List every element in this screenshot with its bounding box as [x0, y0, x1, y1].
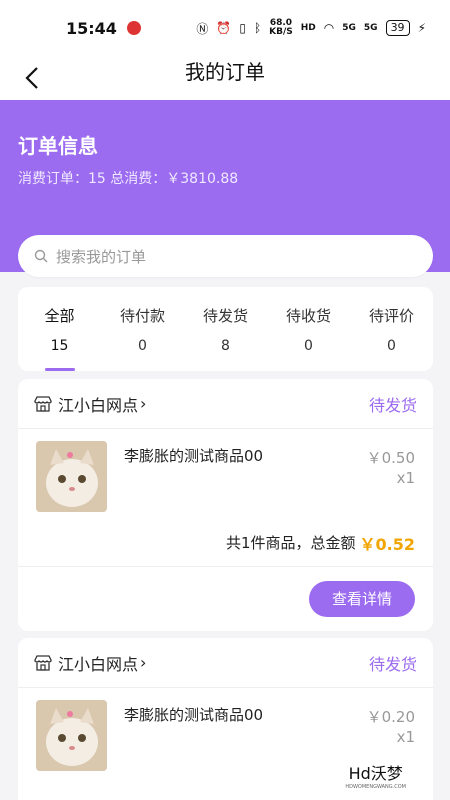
order-total-amount: ￥0.52 [359, 534, 415, 554]
order-total-label: 共1件商品，总金额 [225, 534, 356, 552]
tab-count: 8 [221, 338, 230, 354]
alarm-icon: ⏰ [216, 21, 232, 35]
search-icon [34, 249, 48, 263]
tab-all[interactable]: 全部 15 [18, 287, 101, 371]
app-notification-icon [126, 21, 141, 35]
shop-name-link[interactable]: 江小白网点 [58, 392, 138, 416]
wifi-icon: ◠ [323, 21, 335, 35]
battery-icon: 39 [385, 20, 410, 36]
status-bar: 15:44 Ⓝ ⏰ ▯ ᛒ 68.0 KB/S HD ◠ 5G 5G 39 ⚡ [0, 0, 450, 56]
hd-icon: HD [300, 22, 316, 33]
cat-photo [36, 441, 107, 512]
tab-count: 0 [138, 338, 147, 354]
order-status-tabs: 全部 15 待付款 0 待发货 8 待收货 0 待评价 0 [18, 287, 433, 371]
banner-stats: 消费订单：15 总消费：￥3810.88 [18, 171, 239, 187]
banner-title: 订单信息 [18, 134, 98, 158]
chevron-right-icon: › [140, 394, 147, 413]
product-image [36, 441, 107, 512]
order-header: 江小白网点 › 待发货 [18, 379, 433, 429]
shop-name-link[interactable]: 江小白网点 [58, 651, 138, 675]
search-input[interactable]: 搜索我的订单 [18, 235, 433, 277]
tab-count: 15 [50, 338, 69, 354]
product-price: ￥0.20 [366, 708, 415, 726]
tab-label: 待发货 [202, 307, 248, 325]
tab-pending-review[interactable]: 待评价 0 [350, 287, 433, 371]
bluetooth-icon: ᛒ [253, 21, 262, 35]
watermark-subtext: HDWOMENGWANG.COM [345, 784, 406, 790]
product-price: ￥0.50 [366, 449, 415, 467]
tab-pending-receipt[interactable]: 待收货 0 [267, 287, 350, 371]
order-total: 共1件商品，总金额 ￥0.52 [18, 519, 433, 567]
order-header: 江小白网点 › 待发货 [18, 638, 433, 688]
nfc-icon: Ⓝ [196, 21, 209, 36]
product-quantity: x1 [396, 469, 415, 487]
nav-bar: 我的订单 [0, 56, 450, 100]
tab-count: 0 [387, 338, 396, 354]
order-status: 待发货 [368, 395, 417, 415]
tab-label: 待付款 [119, 307, 165, 325]
vibrate-icon: ▯ [239, 21, 246, 35]
watermark-text: Hd沃梦 [348, 764, 403, 783]
tab-pending-payment[interactable]: 待付款 0 [101, 287, 184, 371]
tab-pending-shipment[interactable]: 待发货 8 [184, 287, 267, 371]
charging-icon: ⚡ [417, 21, 426, 35]
tab-label: 待收货 [285, 307, 331, 325]
order-actions: 查看详情 [18, 567, 433, 631]
search-placeholder: 搜索我的订单 [56, 247, 147, 266]
order-status: 待发货 [368, 654, 417, 674]
tab-label: 全部 [44, 307, 75, 325]
watermark: Hd沃梦 HDWOMENGWANG.COM [345, 760, 406, 790]
tab-active-indicator [44, 368, 75, 371]
tab-count: 0 [304, 338, 313, 354]
status-icons: Ⓝ ⏰ ▯ ᛒ 68.0 KB/S HD ◠ 5G 5G 39 ⚡ [196, 19, 426, 37]
tab-label: 待评价 [368, 307, 414, 325]
product-image [36, 700, 107, 771]
page-title: 我的订单 [185, 60, 265, 84]
cat-photo [36, 700, 107, 771]
store-icon [34, 395, 52, 412]
order-item[interactable]: 李膨胀的测试商品00 ￥0.50 x1 [18, 429, 433, 519]
signal-1-icon: 5G [342, 22, 356, 33]
status-time: 15:44 [66, 18, 117, 38]
product-name: 李膨胀的测试商品00 [124, 447, 264, 465]
store-icon [34, 654, 52, 671]
network-speed: 68.0 KB/S [269, 18, 293, 37]
product-quantity: x1 [396, 728, 415, 746]
product-name: 李膨胀的测试商品00 [124, 706, 264, 724]
view-details-button[interactable]: 查看详情 [309, 581, 415, 617]
signal-2-icon: 5G [363, 22, 378, 33]
chevron-right-icon: › [140, 653, 147, 672]
order-card[interactable]: 江小白网点 › 待发货 李膨胀的测试商品00 ￥0.50 x1 共1件商品，总金… [18, 379, 433, 631]
